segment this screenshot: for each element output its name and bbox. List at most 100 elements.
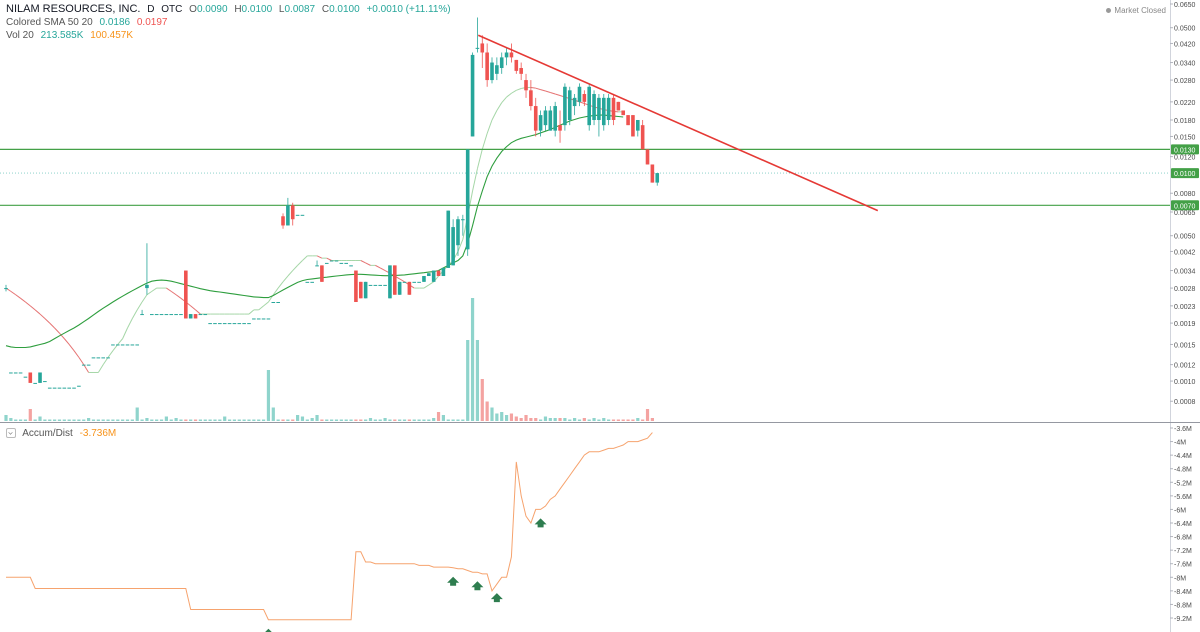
- volume-bar: [67, 419, 71, 421]
- volume-bar: [543, 416, 548, 421]
- volume-bar: [48, 419, 52, 421]
- candle-body: [490, 62, 494, 81]
- candle-body: [538, 115, 543, 131]
- volume-bar: [218, 419, 222, 421]
- sma50-segment: [360, 260, 366, 264]
- candle-body: [587, 86, 591, 126]
- volume-bar: [57, 419, 62, 421]
- up-arrow-icon: [534, 518, 547, 528]
- volume-bar: [261, 419, 266, 421]
- sma50-segment: [496, 102, 503, 111]
- sma50-segment: [20, 297, 26, 303]
- sma50-segment: [550, 92, 556, 95]
- volume-bar: [548, 418, 552, 421]
- volume-bar: [456, 419, 460, 421]
- candle-body: [193, 314, 198, 319]
- volume-bar: [607, 419, 611, 421]
- sma50-segment: [506, 92, 512, 98]
- price-tick-label: 0.0150: [1174, 134, 1196, 141]
- candle-body: [140, 314, 144, 316]
- candle-body: [636, 119, 640, 131]
- volume-bar: [597, 419, 601, 421]
- candle-body: [106, 357, 110, 359]
- candle-body: [252, 318, 256, 320]
- volume-bar: [82, 419, 86, 421]
- candle-body: [592, 94, 596, 120]
- trendline[interactable]: [477, 34, 879, 212]
- ad-tick-label: -9.2M: [1174, 616, 1192, 623]
- price-tick-label: 0.0180: [1174, 118, 1196, 125]
- volume-bar: [475, 340, 480, 421]
- candle-body: [339, 262, 344, 264]
- candle-body: [475, 47, 480, 49]
- volume-bar: [480, 379, 484, 421]
- candle-body: [480, 43, 485, 53]
- candle-body: [543, 110, 548, 126]
- candle-body: [354, 270, 358, 303]
- volume-bar: [271, 407, 275, 421]
- chart-canvas[interactable]: 0.0650 0.0500 0.0420 0.0340 0.0280 0.0220 0.01…: [0, 0, 1200, 632]
- ad-tick-label: -8.8M: [1174, 602, 1192, 609]
- sma50-segment: [263, 301, 269, 307]
- sma50-segment: [428, 281, 434, 286]
- price-tick-label: 0.0080: [1174, 191, 1196, 198]
- sma50-segment: [486, 119, 493, 134]
- volume-bar: [650, 418, 654, 421]
- candle-body: [324, 262, 329, 264]
- sma50-segment: [29, 305, 36, 311]
- sma50-segment: [97, 364, 104, 373]
- price-tick-label: 0.0019: [1174, 321, 1196, 328]
- candle-body: [640, 125, 645, 150]
- candle-body: [456, 219, 460, 246]
- volume-bar: [213, 419, 217, 421]
- candle-body: [96, 357, 101, 359]
- volume-bar: [145, 418, 149, 421]
- sma50-segment: [131, 309, 138, 319]
- candle-body: [18, 372, 23, 374]
- candle-body: [358, 281, 363, 299]
- sma50-segment: [491, 110, 498, 121]
- volume-bar: [286, 419, 290, 421]
- volume-bar: [354, 419, 358, 421]
- volume-bar: [373, 419, 377, 421]
- volume-bar: [237, 419, 241, 421]
- volume-bar: [198, 419, 202, 421]
- price-tick-label: 0.0500: [1174, 26, 1196, 33]
- volume-bar: [524, 415, 528, 421]
- ad-tick-label: -4M: [1174, 440, 1186, 447]
- candle-body: [261, 318, 266, 320]
- volume-bar: [291, 419, 295, 421]
- candle-body: [553, 106, 557, 131]
- volume-bar: [121, 419, 125, 421]
- candle-body: [242, 323, 246, 325]
- candle-body: [232, 323, 237, 325]
- price-badge-label: 0.0130: [1174, 147, 1196, 154]
- volume-bar: [164, 416, 168, 421]
- candle-body: [616, 101, 621, 111]
- candle-body: [286, 205, 290, 226]
- sma50-segment: [190, 305, 196, 311]
- candle-body: [650, 164, 655, 183]
- price-tick-label: 0.0220: [1174, 100, 1196, 107]
- volume-bar: [539, 419, 543, 421]
- candle-body: [4, 288, 8, 290]
- candle-body: [514, 59, 519, 71]
- candle-body: [388, 265, 392, 299]
- volume-bar: [208, 419, 212, 421]
- volume-bar: [602, 418, 606, 421]
- ad-tick-label: -6M: [1174, 507, 1186, 514]
- volume-bar: [490, 407, 494, 421]
- candle-body: [461, 219, 465, 221]
- sma50-segment: [472, 168, 478, 192]
- candle-body: [485, 52, 489, 81]
- sma50-segment: [127, 318, 133, 329]
- sma50-segment: [146, 290, 153, 296]
- volume-bar: [563, 418, 567, 421]
- candle-body: [23, 376, 28, 378]
- ad-tick-label: -6.4M: [1174, 521, 1192, 528]
- candle-body: [378, 284, 383, 286]
- volume-bar: [325, 419, 329, 421]
- candle-body: [606, 97, 611, 120]
- volume-bar: [300, 416, 305, 421]
- sma50-segment: [44, 318, 51, 324]
